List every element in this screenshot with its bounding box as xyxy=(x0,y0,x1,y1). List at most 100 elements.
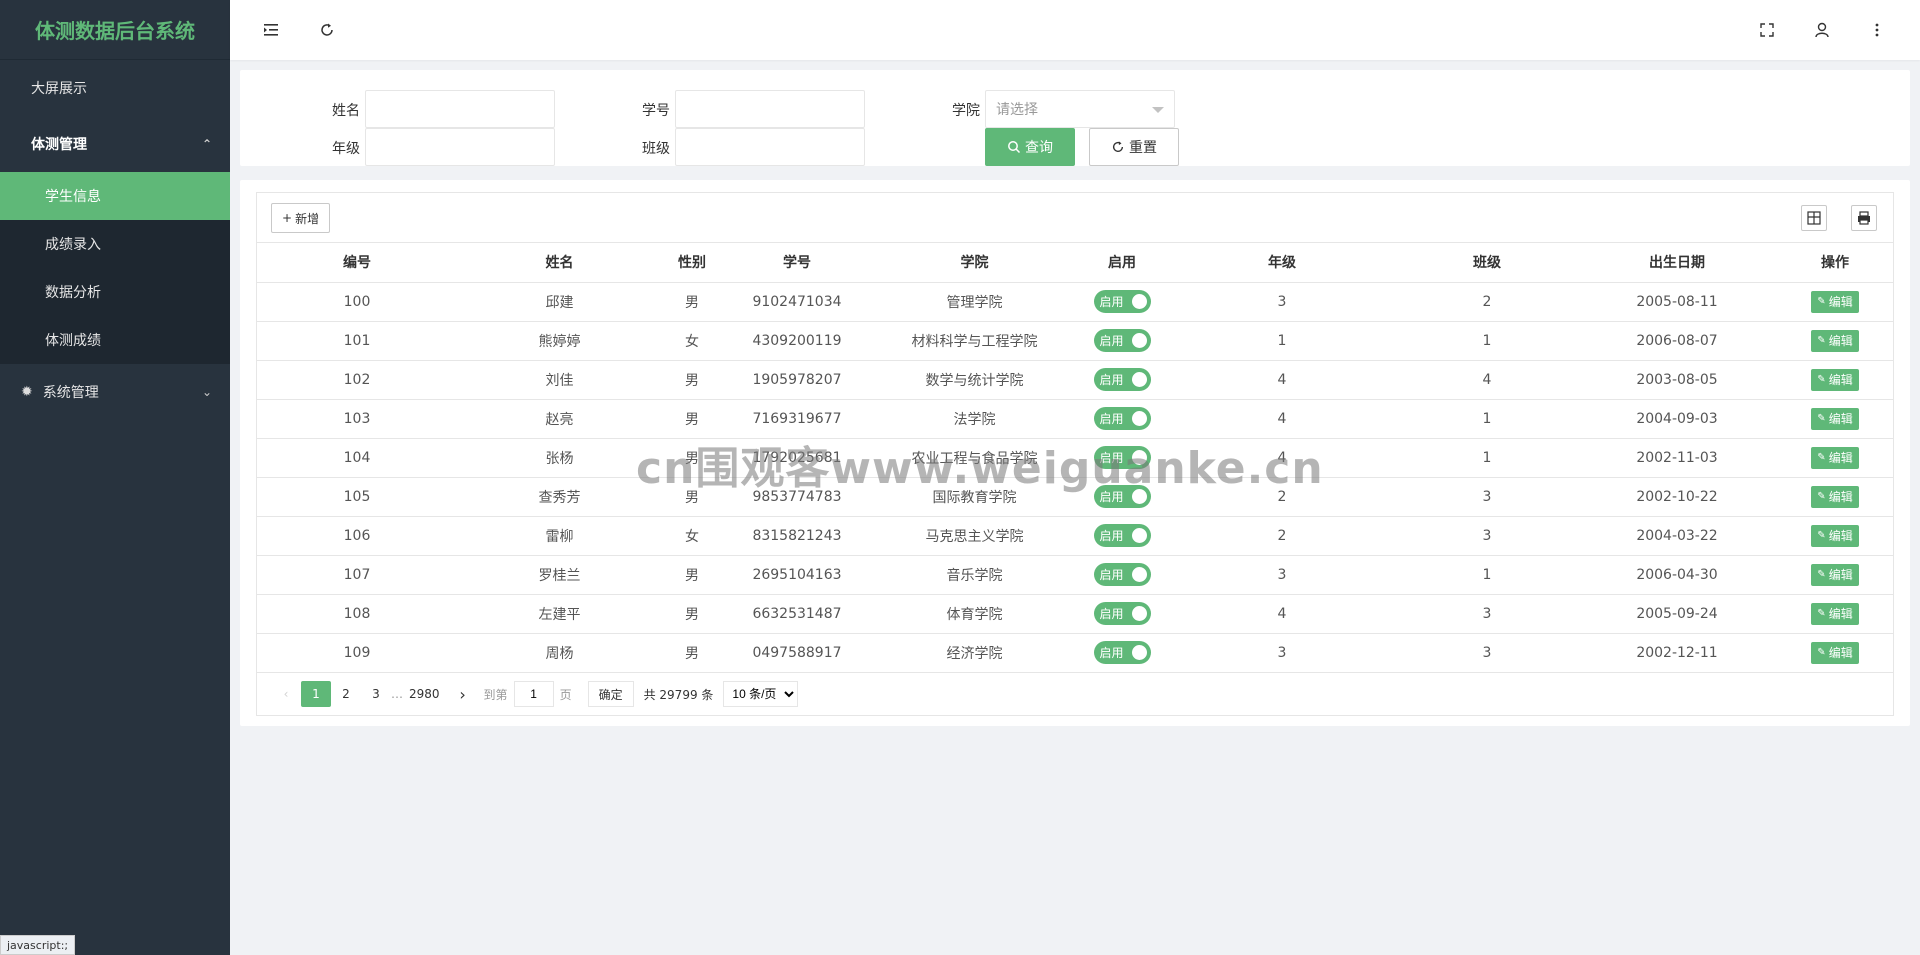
confirm-page-button[interactable]: 确定 xyxy=(587,681,634,707)
cell-birthdate: 2006-08-07 xyxy=(1577,321,1777,361)
column-header[interactable]: 启用 xyxy=(1077,243,1167,283)
cell-name: 罗桂兰 xyxy=(457,555,662,595)
cell-name: 周杨 xyxy=(457,633,662,673)
refresh-icon[interactable] xyxy=(315,18,339,42)
cell-class: 1 xyxy=(1397,438,1577,478)
cell-name: 邱建 xyxy=(457,282,662,322)
edit-button[interactable]: ✎ 编辑 xyxy=(1811,524,1859,547)
toggle-label: 启用 xyxy=(1099,568,1124,582)
student-id-label: 学号 xyxy=(642,103,670,119)
cell-id: 109 xyxy=(257,633,457,673)
edit-icon: ✎ xyxy=(1817,530,1826,541)
total-count: 共 29799 条 xyxy=(643,687,714,702)
column-header[interactable]: 性别 xyxy=(662,243,722,283)
enable-toggle[interactable]: 启用 xyxy=(1093,329,1151,352)
columns-filter-icon[interactable] xyxy=(1801,205,1827,231)
enable-toggle[interactable]: 启用 xyxy=(1093,563,1151,586)
more-icon[interactable] xyxy=(1865,18,1889,42)
college-label: 学院 xyxy=(952,103,980,119)
cell-student-id: 8315821243 xyxy=(722,516,872,556)
cell-name: 张杨 xyxy=(457,438,662,478)
enable-toggle[interactable]: 启用 xyxy=(1093,602,1151,625)
cell-gender: 男 xyxy=(662,594,722,634)
column-header[interactable]: 学号 xyxy=(722,243,872,283)
sidebar-item-fitness-scores[interactable]: 体测成绩 xyxy=(0,316,230,364)
sidebar-item-student-info[interactable]: 学生信息 xyxy=(0,172,230,220)
cell-id: 100 xyxy=(257,282,457,322)
sidebar-item-score-entry[interactable]: 成绩录入 xyxy=(0,220,230,268)
enable-toggle[interactable]: 启用 xyxy=(1093,407,1151,430)
page-size-select[interactable]: 10 条/页 xyxy=(723,681,799,707)
edit-button[interactable]: ✎ 编辑 xyxy=(1811,290,1859,313)
goto-page-input[interactable] xyxy=(513,681,554,707)
cell-college: 材料科学与工程学院 xyxy=(872,321,1077,361)
prev-page-icon[interactable]: ‹ xyxy=(271,681,301,707)
enable-toggle[interactable]: 启用 xyxy=(1093,524,1151,547)
cell-name: 赵亮 xyxy=(457,399,662,439)
column-header[interactable]: 编号 xyxy=(257,243,457,283)
cell-class: 3 xyxy=(1397,516,1577,556)
fullscreen-icon[interactable] xyxy=(1755,18,1779,42)
column-header[interactable]: 姓名 xyxy=(457,243,662,283)
query-button[interactable]: 查询 xyxy=(985,128,1075,166)
cell-birthdate: 2003-08-05 xyxy=(1577,360,1777,400)
enable-toggle[interactable]: 启用 xyxy=(1093,641,1151,664)
sidebar-item-system-management[interactable]: ✹ 系统管理 ⌄ xyxy=(0,364,230,420)
cell-actions: ✎ 编辑 xyxy=(1777,282,1893,322)
college-select[interactable]: 请选择 xyxy=(985,90,1175,128)
sidebar-item-data-analysis[interactable]: 数据分析 xyxy=(0,268,230,316)
edit-icon: ✎ xyxy=(1817,413,1826,424)
edit-button[interactable]: ✎ 编辑 xyxy=(1811,407,1859,430)
cell-student-id: 9853774783 xyxy=(722,477,872,517)
cell-college: 农业工程与食品学院 xyxy=(872,438,1077,478)
edit-button[interactable]: ✎ 编辑 xyxy=(1811,446,1859,469)
sidebar-item-fitness-management[interactable]: 体测管理 ⌃ xyxy=(0,116,230,172)
cell-student-id: 9102471034 xyxy=(722,282,872,322)
page-2[interactable]: 2 xyxy=(331,681,361,707)
table-toolbar: + 新增 xyxy=(257,193,1893,243)
reset-button[interactable]: 重置 xyxy=(1089,128,1179,166)
edit-icon: ✎ xyxy=(1817,608,1826,619)
edit-button[interactable]: ✎ 编辑 xyxy=(1811,485,1859,508)
column-header[interactable]: 年级 xyxy=(1167,243,1397,283)
college-select-placeholder: 请选择 xyxy=(996,102,1038,118)
enable-toggle[interactable]: 启用 xyxy=(1093,446,1151,469)
add-button-label: 新增 xyxy=(295,211,320,226)
name-input[interactable] xyxy=(365,90,555,128)
grade-label: 年级 xyxy=(332,141,360,157)
grade-input[interactable] xyxy=(365,128,555,166)
edit-button[interactable]: ✎ 编辑 xyxy=(1811,329,1859,352)
edit-button-label: 编辑 xyxy=(1828,451,1853,465)
add-button[interactable]: + 新增 xyxy=(271,203,331,233)
table-row: 109 周杨男 0497588917 经济学院 启用 3 3 2002-12-11 ✎ 编辑 xyxy=(257,633,1893,673)
edit-button[interactable]: ✎ 编辑 xyxy=(1811,641,1859,664)
enable-toggle[interactable]: 启用 xyxy=(1093,290,1151,313)
page-3[interactable]: 3 xyxy=(361,681,391,707)
enable-toggle[interactable]: 启用 xyxy=(1093,368,1151,391)
column-header[interactable]: 班级 xyxy=(1397,243,1577,283)
cell-enabled: 启用 xyxy=(1077,633,1167,673)
print-icon[interactable] xyxy=(1851,205,1877,231)
user-icon[interactable] xyxy=(1810,18,1834,42)
student-id-input[interactable] xyxy=(675,90,865,128)
edit-button[interactable]: ✎ 编辑 xyxy=(1811,563,1859,586)
edit-button[interactable]: ✎ 编辑 xyxy=(1811,368,1859,391)
enable-toggle[interactable]: 启用 xyxy=(1093,485,1151,508)
next-page-icon[interactable]: › xyxy=(448,681,478,707)
class-input[interactable] xyxy=(675,128,865,166)
cell-college: 国际教育学院 xyxy=(872,477,1077,517)
menu-fold-icon[interactable] xyxy=(260,18,284,42)
column-header[interactable]: 出生日期 xyxy=(1577,243,1777,283)
class-label: 班级 xyxy=(642,141,670,157)
edit-button-label: 编辑 xyxy=(1828,607,1853,621)
page-last[interactable]: 2980 xyxy=(409,681,440,707)
edit-icon: ✎ xyxy=(1817,491,1826,502)
edit-button[interactable]: ✎ 编辑 xyxy=(1811,602,1859,625)
page-1[interactable]: 1 xyxy=(301,681,331,707)
edit-icon: ✎ xyxy=(1817,452,1826,463)
toggle-knob xyxy=(1131,606,1147,621)
toggle-label: 启用 xyxy=(1099,607,1124,621)
cell-class: 1 xyxy=(1397,321,1577,361)
sidebar-item-dashboard[interactable]: 大屏展示 xyxy=(0,60,230,116)
column-header[interactable]: 学院 xyxy=(872,243,1077,283)
